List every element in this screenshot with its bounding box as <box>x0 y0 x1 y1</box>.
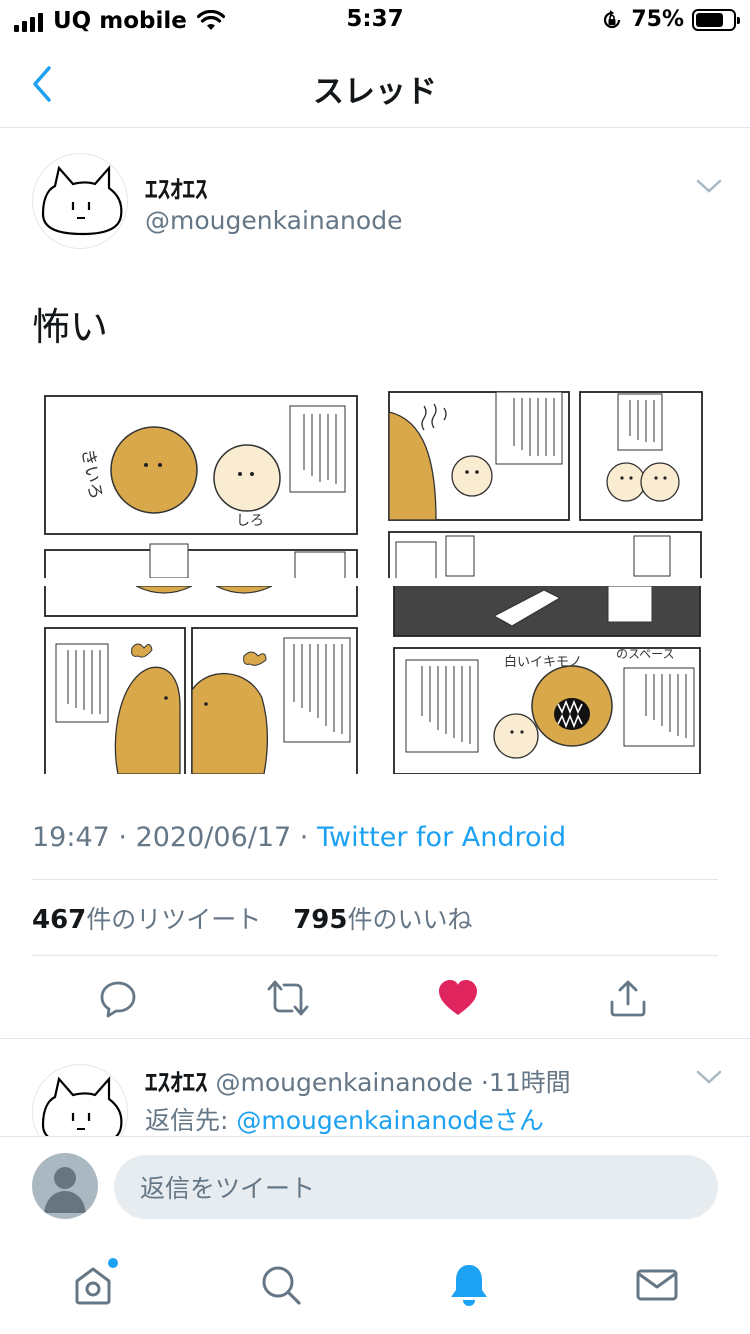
reply-to-handle: @mougenkainanode <box>236 1106 494 1135</box>
tweet-actions <box>0 970 750 1030</box>
comic-panel-3 <box>44 586 358 774</box>
comic-panel-2 <box>388 391 703 578</box>
tweet-date: 2020/06/17 <box>135 822 292 853</box>
heart-icon <box>439 980 477 1015</box>
reply-to-mention[interactable]: @mougenkainanodeさん <box>236 1106 543 1135</box>
reply-to-line: 返信先: @mougenkainanodeさん <box>145 1101 544 1137</box>
comic-image-1[interactable]: きいろ しろ <box>40 390 364 578</box>
meta-separator: · <box>118 822 136 853</box>
rotation-lock-icon <box>604 9 621 28</box>
comic-panel-1: きいろ しろ <box>44 395 358 578</box>
search-icon <box>262 1266 301 1305</box>
tweet-stats: 467件のリツイート 795件のいいね <box>32 900 473 936</box>
retweet-icon <box>267 980 309 1016</box>
tweet-meta: 19:47 · 2020/06/17 · Twitter for Android <box>32 822 566 853</box>
comic-image-4[interactable]: 白いイキモノ のスペース <box>384 586 708 774</box>
svg-text:しろ: しろ <box>236 513 264 529</box>
reply-icon <box>100 981 136 1018</box>
like-count: 795 <box>293 905 348 935</box>
divider <box>0 1038 750 1039</box>
home-icon <box>75 1267 111 1305</box>
reply-author-handle[interactable]: @mougenkainanode <box>215 1068 472 1097</box>
cat-face-icon <box>41 165 123 236</box>
chevron-down-icon <box>696 1070 722 1084</box>
reply-header: ｴｽｵｴｽ @mougenkainanode ·11時間 <box>145 1063 571 1099</box>
retweet-count: 467 <box>32 905 87 935</box>
tab-notifications[interactable] <box>444 1260 494 1310</box>
nav-bar: スレッド <box>0 42 750 128</box>
reply-button[interactable] <box>96 976 140 1020</box>
bell-icon <box>451 1265 487 1306</box>
battery-icon <box>692 8 740 31</box>
reply-to-suffix: さん <box>493 1106 544 1135</box>
reply-composer-bar: 返信をツイート <box>0 1136 750 1236</box>
chevron-down-icon <box>696 179 722 193</box>
tweet-time: 19:47 <box>32 822 110 853</box>
battery-percent: 75% <box>631 7 684 32</box>
tweet-text: 怖い <box>32 305 109 349</box>
tweet-menu-button[interactable] <box>695 177 723 195</box>
reply-time: 11時間 <box>488 1068 571 1097</box>
retweet-stat[interactable]: 467件のリツイート <box>32 905 262 935</box>
share-icon <box>610 980 646 1017</box>
mail-icon <box>636 1269 678 1301</box>
comic-panel-4: 白いイキモノ のスペース <box>393 586 701 774</box>
comic-image-2[interactable] <box>384 390 708 578</box>
battery-fill <box>696 12 723 27</box>
reply-to-prefix: 返信先: <box>145 1106 237 1135</box>
reply-input[interactable]: 返信をツイート <box>114 1155 718 1219</box>
like-button[interactable] <box>436 976 480 1020</box>
author-handle[interactable]: @mougenkainanode <box>145 206 402 235</box>
svg-text:のスペース: のスペース <box>616 647 675 661</box>
tab-search[interactable] <box>256 1260 306 1310</box>
meta-separator: · <box>299 822 317 853</box>
status-bar: UQ mobile 5:37 75% <box>0 0 750 42</box>
author-avatar[interactable] <box>32 153 128 249</box>
divider <box>32 955 718 956</box>
retweet-button[interactable] <box>266 976 310 1020</box>
like-stat[interactable]: 795件のいいね <box>293 905 473 935</box>
tab-messages[interactable] <box>632 1260 682 1310</box>
meta-separator: · <box>480 1068 489 1097</box>
reply-author-name[interactable]: ｴｽｵｴｽ <box>145 1068 208 1097</box>
page-title: スレッド <box>313 74 437 110</box>
retweet-label: 件のリツイート <box>86 905 262 934</box>
media-grid: きいろ しろ 白いイキモノ のスペース <box>40 390 708 774</box>
my-avatar[interactable] <box>32 1153 98 1219</box>
notification-dot <box>108 1258 118 1268</box>
tab-bar <box>0 1236 750 1334</box>
tab-home[interactable] <box>68 1258 118 1310</box>
divider <box>32 879 718 880</box>
like-label: 件のいいね <box>347 905 473 934</box>
comic-image-3[interactable] <box>40 586 364 774</box>
share-button[interactable] <box>606 976 650 1020</box>
default-avatar-icon <box>44 1167 86 1213</box>
reply-menu-button[interactable] <box>695 1068 723 1086</box>
author-name[interactable]: ｴｽｵｴｽ <box>145 170 208 206</box>
tweet-source[interactable]: Twitter for Android <box>317 822 566 853</box>
reply-input-placeholder: 返信をツイート <box>140 1174 316 1203</box>
